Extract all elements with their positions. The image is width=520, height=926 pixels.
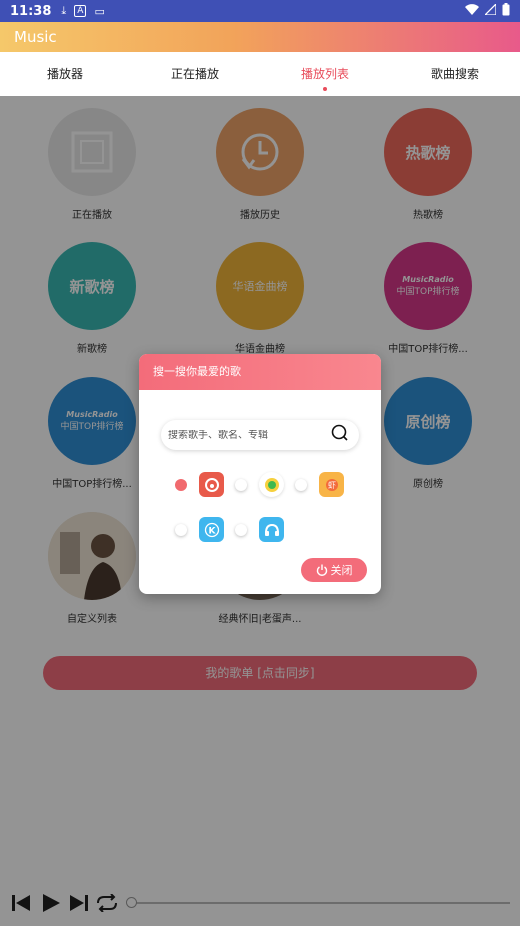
battery-icon [502,2,510,20]
xiami-music-icon: 虾 [319,472,344,497]
search-input[interactable] [168,429,331,441]
tab-song-search[interactable]: 歌曲搜索 [390,52,520,96]
search-dialog: 搜一搜你最爱的歌 虾 K [139,354,381,594]
radio-qq[interactable] [235,478,247,491]
tab-label: 歌曲搜索 [430,67,479,81]
status-time: 11:38 [10,3,52,19]
signal-icon [483,1,497,19]
a-icon: A [74,5,87,17]
tab-player[interactable]: 播放器 [0,52,130,96]
dialog-title: 搜一搜你最爱的歌 [139,354,381,390]
tab-label: 播放列表 [300,67,349,81]
search-box [161,420,359,450]
netease-music-icon [199,472,224,497]
tab-playlist[interactable]: 播放列表 [260,52,390,96]
source-kugou[interactable]: K [175,517,224,542]
radio-xiami[interactable] [295,478,307,491]
app-title: Music [14,28,57,46]
qq-music-icon [259,472,284,497]
kuwo-music-icon [259,517,284,542]
search-icon[interactable] [331,424,349,446]
source-qq[interactable] [235,472,284,497]
source-kuwo[interactable] [235,517,284,542]
tab-label: 播放器 [46,67,83,81]
close-label: 关闭 [330,564,353,577]
app-bar: Music [0,22,520,52]
tab-label: 正在播放 [170,67,219,81]
radio-kugou[interactable] [175,523,187,536]
keyboard-icon: ▭ [94,4,105,18]
active-tab-indicator [323,87,327,91]
source-xiami[interactable]: 虾 [295,472,344,497]
tab-now-playing[interactable]: 正在播放 [130,52,260,96]
download-icon: ⤓ [61,4,67,17]
svg-text:虾: 虾 [328,480,336,490]
radio-kuwo[interactable] [235,523,247,536]
kugou-music-icon: K [199,517,224,542]
power-icon [316,564,327,576]
source-netease[interactable] [175,472,224,497]
wifi-icon [465,3,479,19]
status-bar: 11:38 ⤓ A ▭ [0,0,520,22]
close-button[interactable]: 关闭 [301,558,367,582]
tab-bar: 播放器 正在播放 播放列表 歌曲搜索 [0,52,520,96]
svg-text:K: K [208,526,216,536]
radio-netease[interactable] [175,478,187,491]
